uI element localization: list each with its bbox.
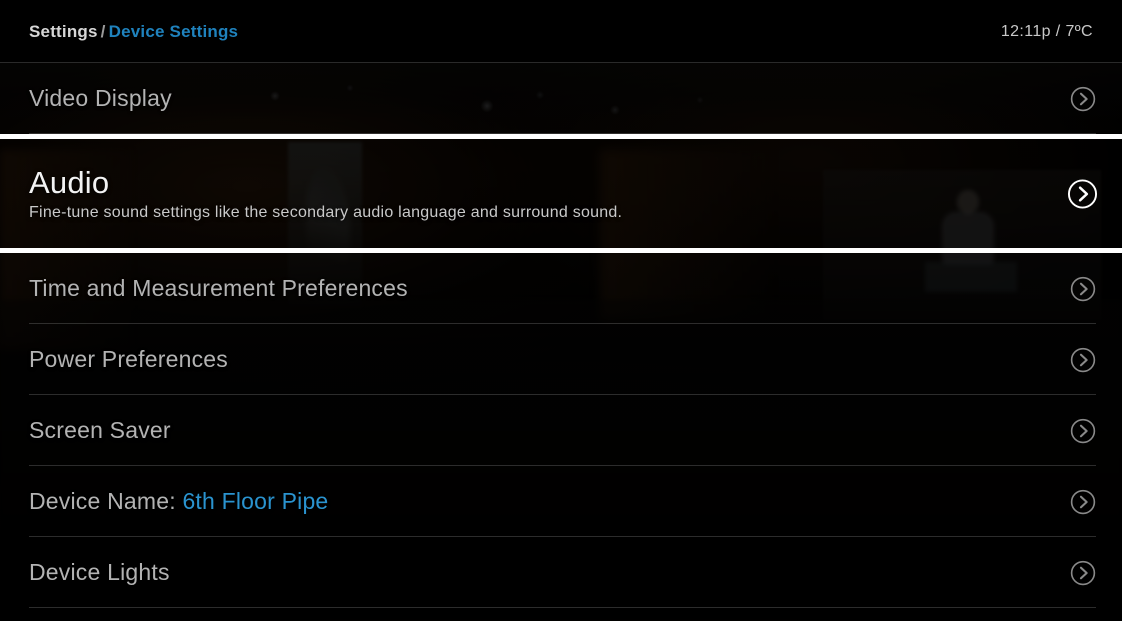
breadcrumb: Settings / Device Settings xyxy=(29,22,238,42)
settings-row-video-display[interactable]: Video Display xyxy=(0,63,1122,134)
settings-row-label: Time and Measurement Preferences xyxy=(29,275,408,302)
settings-row-audio[interactable]: Audio Fine-tune sound settings like the s… xyxy=(0,134,1122,253)
settings-row-description: Fine-tune sound settings like the second… xyxy=(29,204,623,221)
chevron-right-circle-icon[interactable] xyxy=(1070,418,1096,444)
breadcrumb-current: Device Settings xyxy=(108,21,239,41)
settings-row-divider xyxy=(29,607,1096,608)
chevron-right-circle-icon[interactable] xyxy=(1067,178,1098,209)
page-header: Settings / Device Settings 12:11p / 7ºC xyxy=(0,0,1122,63)
chevron-right-circle-icon[interactable] xyxy=(1070,560,1096,586)
settings-row-label: Device Name: 6th Floor Pipe xyxy=(29,488,328,515)
breadcrumb-root[interactable]: Settings xyxy=(29,22,98,41)
settings-row-device-lights[interactable]: Device Lights xyxy=(0,537,1122,608)
chevron-right-circle-icon[interactable] xyxy=(1070,276,1096,302)
settings-row-label-text: Screen Saver xyxy=(29,417,171,443)
settings-row-value: 6th Floor Pipe xyxy=(182,488,329,514)
settings-row-label-text: Power Preferences xyxy=(29,346,228,372)
status-time-temperature: 12:11p / 7ºC xyxy=(1000,22,1093,40)
settings-row-label: Audio xyxy=(29,165,109,201)
settings-row-power-preferences[interactable]: Power Preferences xyxy=(0,324,1122,395)
settings-list: Video Display Audio Fine-tune sound settin… xyxy=(0,63,1122,608)
settings-row-label-text: Time and Measurement Preferences xyxy=(29,275,408,301)
settings-row-label: Video Display xyxy=(29,85,172,112)
settings-row-label: Device Lights xyxy=(29,559,170,586)
settings-row-time-and-measurement-preferences[interactable]: Time and Measurement Preferences xyxy=(0,253,1122,324)
settings-row-label: Power Preferences xyxy=(29,346,228,373)
settings-row-screen-saver[interactable]: Screen Saver xyxy=(0,395,1122,466)
chevron-right-circle-icon[interactable] xyxy=(1070,86,1096,112)
settings-row-label-text: Device Name: xyxy=(29,488,176,514)
settings-row-label-text: Video Display xyxy=(29,85,172,111)
breadcrumb-separator: / xyxy=(100,21,106,41)
settings-row-label: Screen Saver xyxy=(29,417,171,444)
settings-row-label-text: Audio xyxy=(29,165,110,200)
chevron-right-circle-icon[interactable] xyxy=(1070,347,1096,373)
settings-row-label-text: Device Lights xyxy=(29,559,170,585)
chevron-right-circle-icon[interactable] xyxy=(1070,489,1096,515)
settings-screen: Settings / Device Settings 12:11p / 7ºC Vi… xyxy=(0,0,1122,621)
settings-row-device-name[interactable]: Device Name: 6th Floor Pipe xyxy=(0,466,1122,537)
